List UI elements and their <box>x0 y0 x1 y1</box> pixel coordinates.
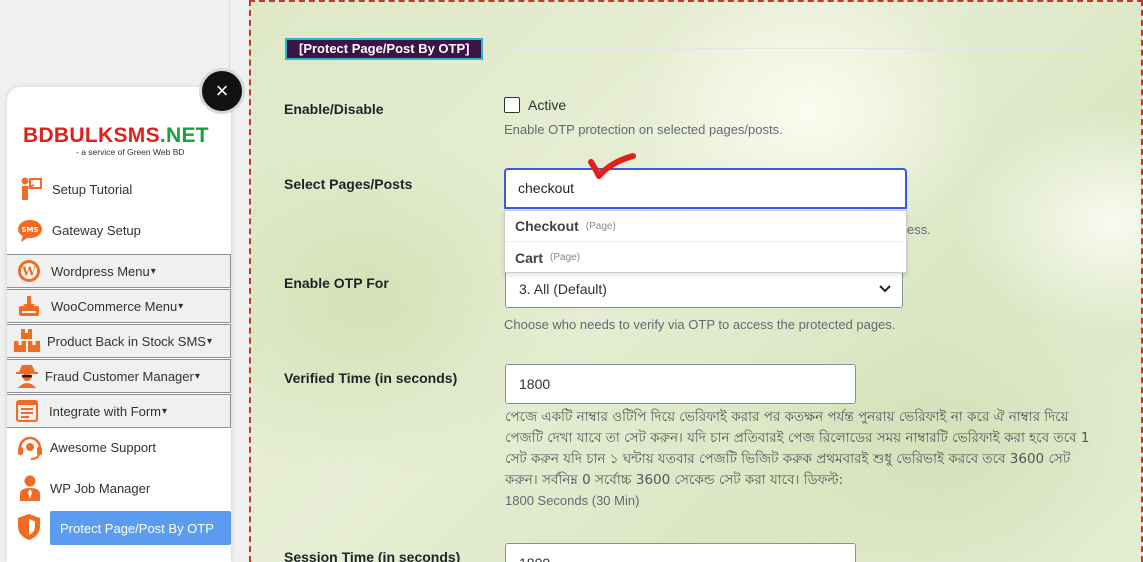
chevron-down-icon: ▾ <box>206 335 212 347</box>
session-time-input[interactable]: 1800 <box>505 543 856 562</box>
sidebar-item-protect-page-otp[interactable]: Protect Page/Post By OTP <box>50 511 231 545</box>
pages-suggestion-dropdown: Checkout (Page) Cart (Page) <box>504 210 907 273</box>
brand-logo: BDBULKSMS.NET - a service of Green Web B… <box>23 124 209 158</box>
sidebar-item-label: Gateway Setup <box>52 222 141 238</box>
session-time-label: Session Time (in seconds) <box>284 549 461 562</box>
chevron-down-icon <box>878 271 892 320</box>
verified-time-input[interactable]: 1800 <box>505 364 856 404</box>
admin-left-column: BDBULKSMS.NET - a service of Green Web B… <box>0 0 231 562</box>
shield-icon <box>16 513 42 541</box>
person-icon <box>16 474 44 502</box>
settings-panel: [Protect Page/Post By OTP] Enable/Disabl… <box>249 0 1143 562</box>
sidebar-item-label: Fraud Customer Manager <box>45 368 194 384</box>
active-checkbox-label: Active <box>528 97 567 113</box>
sidebar-item-woocommerce-menu[interactable]: WooCommerce Menu ▾ <box>7 289 231 323</box>
chevron-down-icon: ▾ <box>194 370 200 382</box>
sidebar-item-product-back-in-stock[interactable]: Product Back in Stock SMS ▾ <box>7 324 231 358</box>
headset-icon <box>16 433 44 461</box>
enable-disable-label: Enable/Disable <box>284 101 384 117</box>
close-sidebar-button[interactable]: × <box>199 68 245 114</box>
svg-text:W: W <box>21 265 36 279</box>
sidebar-item-label: WP Job Manager <box>50 480 151 496</box>
tutorial-icon <box>16 175 44 203</box>
suggestion-option[interactable]: Checkout (Page) <box>505 211 906 242</box>
verified-time-default: 1800 Seconds (30 Min) <box>505 493 640 508</box>
checkmark-annotation-icon <box>587 152 639 189</box>
sidebar-item-label: Protect Page/Post By OTP <box>60 520 214 536</box>
chevron-down-icon: ▾ <box>150 265 156 277</box>
close-icon: × <box>215 78 229 103</box>
otp-for-select[interactable]: 3. All (Default) <box>505 270 903 308</box>
select-pages-label: Select Pages/Posts <box>284 176 413 192</box>
suggestion-option[interactable]: Cart (Page) <box>505 242 906 273</box>
plugin-sidebar: BDBULKSMS.NET - a service of Green Web B… <box>7 87 231 562</box>
active-checkbox[interactable] <box>504 97 520 113</box>
chevron-down-icon: ▾ <box>162 405 168 417</box>
svg-text:SMS: SMS <box>21 226 38 234</box>
sidebar-item-awesome-support[interactable]: Awesome Support <box>7 430 231 464</box>
woocommerce-download-icon <box>15 292 43 320</box>
sms-icon: SMS <box>16 216 44 244</box>
otp-for-description: Choose who needs to verify via OTP to ac… <box>504 317 896 332</box>
sidebar-item-integrate-with-form[interactable]: Integrate with Form ▾ <box>7 394 231 428</box>
pages-search-input[interactable]: checkout <box>504 168 907 209</box>
form-icon <box>13 397 41 425</box>
section-title: [Protect Page/Post By OTP] <box>285 38 484 60</box>
sidebar-item-label: Setup Tutorial <box>52 181 133 197</box>
verified-time-description: পেজে একটি নাম্বার ওটিপি দিয়ে ভেরিফাই কর… <box>505 409 1090 488</box>
sidebar-item-gateway-setup[interactable]: SMS Gateway Setup <box>7 213 231 247</box>
spy-icon <box>13 362 41 390</box>
sidebar-item-setup-tutorial[interactable]: Setup Tutorial <box>7 172 231 206</box>
chevron-down-icon: ▾ <box>178 300 184 312</box>
sidebar-item-wordpress-menu[interactable]: W Wordpress Menu ▾ <box>7 254 231 288</box>
pages-description-tail: ess. <box>907 222 931 237</box>
enable-description: Enable OTP protection on selected pages/… <box>504 122 783 137</box>
section-divider <box>505 48 1091 49</box>
sidebar-item-wp-job-manager[interactable]: WP Job Manager <box>7 471 231 505</box>
sidebar-item-fraud-customer-manager[interactable]: Fraud Customer Manager ▾ <box>7 359 231 393</box>
sidebar-item-label: Integrate with Form <box>49 403 161 419</box>
sidebar-item-label: WooCommerce Menu <box>51 298 178 314</box>
sidebar-item-label: Product Back in Stock SMS <box>47 333 206 349</box>
verified-time-label: Verified Time (in seconds) <box>284 370 458 386</box>
sidebar-item-label: Wordpress Menu <box>51 263 150 279</box>
enable-otp-for-label: Enable OTP For <box>284 275 389 291</box>
sidebar-item-label: Awesome Support <box>50 439 156 455</box>
wordpress-icon: W <box>15 257 43 285</box>
boxes-icon <box>13 327 41 355</box>
